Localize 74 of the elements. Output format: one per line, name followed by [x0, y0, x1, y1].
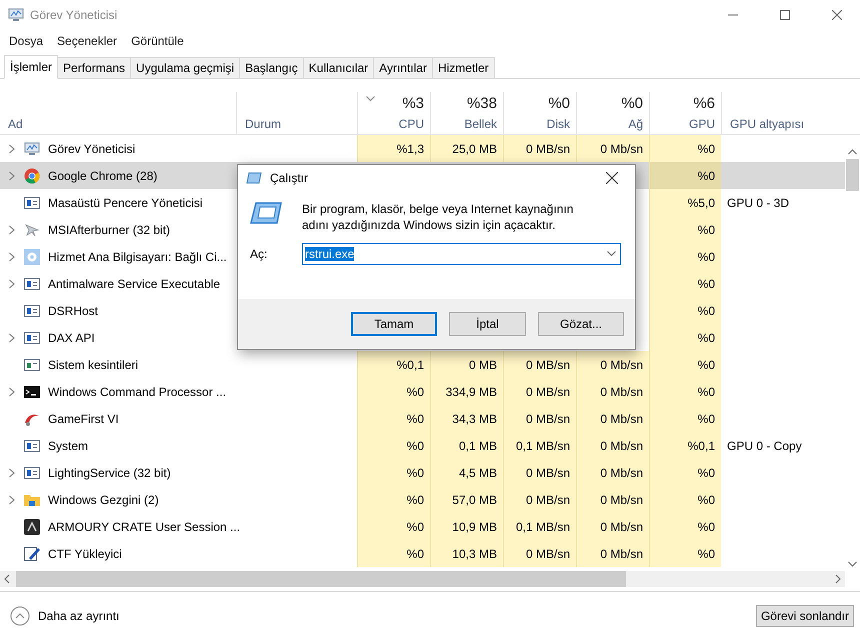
process-name: Görev Yöneticisi	[48, 142, 136, 156]
process-name: LightingService (32 bit)	[48, 466, 171, 480]
metric-cell: 0 Mb/sn	[576, 432, 649, 459]
metric-cell: 0 Mb/sn	[576, 513, 649, 540]
metric-cell: %0	[357, 405, 430, 432]
metric-cell: %0	[649, 486, 721, 513]
dialog-message: Bir program, klasör, belge veya Internet kaynağının adını yazdığınızda Windows sizin için açacaktır.	[302, 201, 574, 233]
metric-cell: %0	[649, 540, 721, 567]
metric-cell: %0	[649, 243, 721, 270]
process-name: Hizmet Ana Bilgisayarı: Bağlı Ci...	[48, 250, 227, 264]
metric-cell: %0	[357, 432, 430, 459]
window-title: Görev Yöneticisi	[30, 8, 118, 22]
metric-cell: 10,3 MB	[430, 540, 503, 567]
process-name: Antimalware Service Executable	[48, 276, 220, 290]
metric-cell: 57,0 MB	[430, 486, 503, 513]
metric-cell: 0 MB/sn	[503, 459, 576, 486]
metric-cell: %0	[649, 216, 721, 243]
metric-cell: 0 Mb/sn	[576, 351, 649, 378]
metric-cell: 4,5 MB	[430, 459, 503, 486]
metric-cell: 25,0 MB	[430, 135, 503, 162]
metric-cell: %0	[357, 540, 430, 567]
metric-cell: %0	[357, 459, 430, 486]
metric-cell: 0 MB/sn	[503, 540, 576, 567]
process-name: System	[48, 438, 88, 452]
metric-cell: %0	[649, 459, 721, 486]
metric-cell: %0	[649, 513, 721, 540]
metric-cell: 0 MB/sn	[503, 405, 576, 432]
process-name: DAX API	[48, 330, 95, 344]
metric-cell: 34,3 MB	[430, 405, 503, 432]
process-name: Windows Command Processor ...	[48, 384, 226, 398]
process-name: Masaüstü Pencere Yöneticisi	[48, 196, 203, 210]
metric-cell: 0 Mb/sn	[576, 459, 649, 486]
process-name: Google Chrome (28)	[48, 168, 158, 182]
metric-cell: 0 MB	[430, 351, 503, 378]
metric-cell: 0 MB/sn	[503, 135, 576, 162]
metric-cell: 0,1 MB	[430, 432, 503, 459]
metric-cell: %0	[357, 378, 430, 405]
process-name: Windows Gezgini (2)	[48, 492, 159, 506]
metric-cell: 0 Mb/sn	[576, 378, 649, 405]
metric-cell: %0	[649, 297, 721, 324]
metric-cell: 0 Mb/sn	[576, 540, 649, 567]
metric-cell: 10,9 MB	[430, 513, 503, 540]
process-name: ARMOURY CRATE User Session ...	[48, 520, 240, 534]
dialog-title: Çalıştır	[270, 171, 308, 185]
metric-cell: %0	[649, 378, 721, 405]
process-name: MSIAfterburner (32 bit)	[48, 222, 170, 236]
metric-cell: %0,1	[649, 432, 721, 459]
metric-cell: 0 MB/sn	[503, 486, 576, 513]
metric-cell: 0,1 MB/sn	[503, 432, 576, 459]
table-cell-text: GPU 0 - Copy	[726, 438, 803, 454]
metric-cell: %0	[649, 351, 721, 378]
metric-cell: %0	[649, 324, 721, 351]
metric-cell: %1,3	[357, 135, 430, 162]
process-name: CTF Yükleyici	[48, 546, 122, 560]
metric-cell: %0	[649, 162, 721, 189]
metric-cell: 0 MB/sn	[503, 351, 576, 378]
metric-cell: %0	[357, 513, 430, 540]
metric-cell: %0	[357, 486, 430, 513]
metric-cell: 334,9 MB	[430, 378, 503, 405]
metric-cell: %0,1	[357, 351, 430, 378]
metric-cell: %0	[649, 135, 721, 162]
metric-cell: %5,0	[649, 189, 721, 216]
process-name: DSRHost	[48, 304, 98, 318]
metric-cell: 0,1 MB/sn	[503, 513, 576, 540]
metric-cell: %0	[649, 405, 721, 432]
process-name: Sistem kesintileri	[48, 358, 138, 372]
process-name: GameFirst VI	[48, 412, 119, 426]
metric-cell: 0 Mb/sn	[576, 405, 649, 432]
metric-cell: 0 MB/sn	[503, 378, 576, 405]
table-cell-text: GPU 0 - 3D	[726, 194, 790, 212]
metric-cell: 0 Mb/sn	[576, 135, 649, 162]
field-label: Aç:	[250, 247, 268, 261]
metric-cell: 0 Mb/sn	[576, 486, 649, 513]
metric-cell: %0	[649, 270, 721, 297]
